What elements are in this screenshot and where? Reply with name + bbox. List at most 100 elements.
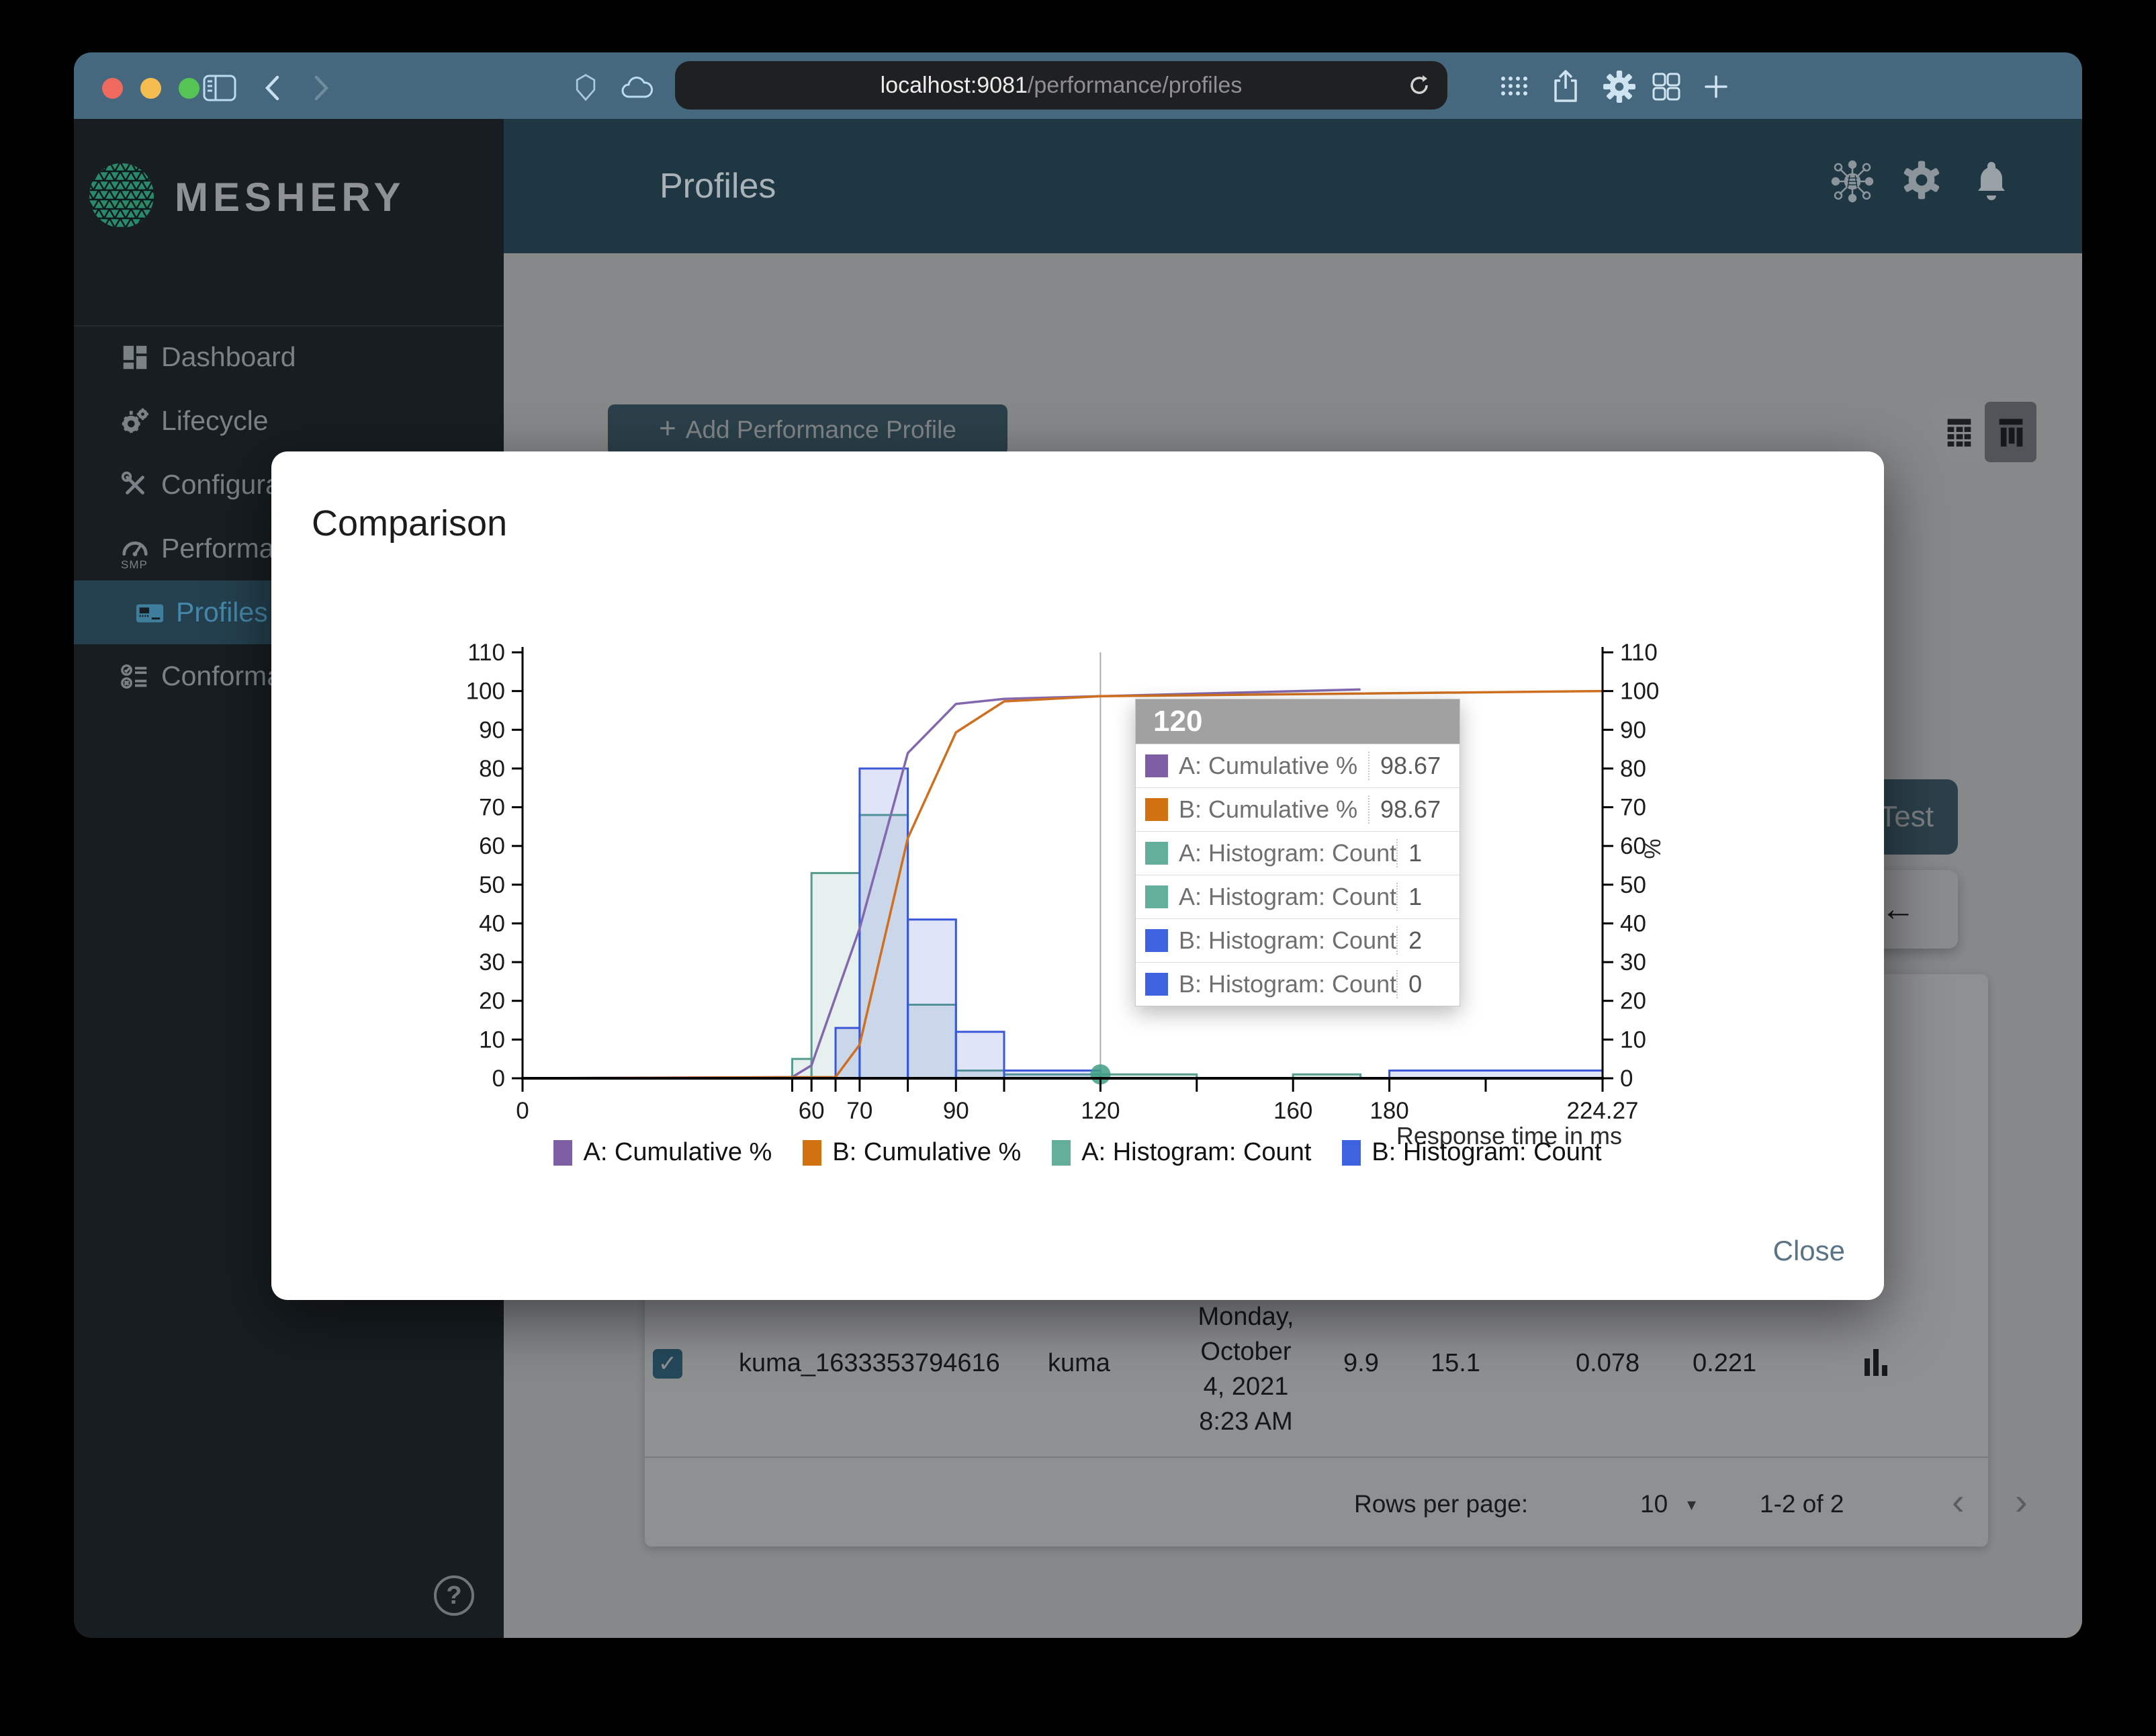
tooltip-row-b-histogram-count: B: Histogram: Count 2 — [1136, 918, 1459, 962]
svg-text:30: 30 — [479, 949, 505, 975]
svg-text:0: 0 — [492, 1066, 505, 1092]
svg-text:20: 20 — [1620, 988, 1646, 1014]
svg-text:80: 80 — [1620, 756, 1646, 782]
svg-text:224.27: 224.27 — [1566, 1098, 1638, 1124]
nav-icon-badge: SMP — [121, 558, 148, 571]
svg-text:80: 80 — [479, 756, 505, 782]
help-icon[interactable]: ? — [434, 1575, 474, 1616]
close-button[interactable]: Close — [1773, 1235, 1845, 1267]
tooltip-swatch — [1145, 754, 1168, 777]
tooltip-swatch — [1145, 973, 1168, 996]
svg-text:0: 0 — [1620, 1066, 1633, 1092]
svg-text:30: 30 — [1620, 949, 1646, 975]
tooltip-swatch — [1145, 885, 1168, 908]
comparison-modal: Comparison 0 0 10 10 20 20 30 30 40 40 50 50 60 60 70 7… — [271, 451, 1884, 1300]
svg-text:100: 100 — [466, 679, 505, 705]
svg-text:180: 180 — [1369, 1098, 1408, 1124]
tooltip-label: A: Histogram: Count — [1179, 839, 1397, 867]
legend-swatch — [803, 1139, 822, 1166]
forward-icon[interactable] — [308, 73, 334, 103]
new-tab-icon[interactable] — [1702, 73, 1730, 101]
legend-label: A: Cumulative % — [583, 1138, 772, 1166]
cloud-icon[interactable] — [619, 73, 656, 102]
y-axis-label: % — [1639, 838, 1665, 859]
svg-text:40: 40 — [479, 910, 505, 937]
svg-text:100: 100 — [1620, 679, 1659, 705]
tooltip-value: 98.67 — [1368, 752, 1459, 780]
meshery-brand[interactable]: MESHERY — [74, 119, 504, 259]
shield-icon[interactable] — [571, 71, 600, 103]
tooltip-value: 1 — [1396, 839, 1488, 867]
tab-overview-icon[interactable] — [1651, 71, 1682, 102]
legend-item-b-histogram-count[interactable]: B: Histogram: Count — [1342, 1138, 1602, 1167]
chart-legend: A: Cumulative % B: Cumulative % A: Histo… — [271, 1138, 1884, 1167]
sidebar-toggle-icon[interactable] — [202, 74, 237, 102]
tooltip-label: A: Histogram: Count — [1179, 883, 1397, 910]
chart-tooltip: 120 A: Cumulative % 98.67 B: Cumulative … — [1135, 699, 1460, 1006]
svg-text:70: 70 — [846, 1098, 872, 1124]
zoom-window-button[interactable] — [179, 78, 199, 99]
tooltip-value: 1 — [1396, 883, 1488, 911]
legend-item-a-cumulative-[interactable]: A: Cumulative % — [553, 1138, 772, 1167]
svg-text:0: 0 — [516, 1098, 529, 1124]
grid-dots-icon[interactable] — [1500, 75, 1528, 97]
tooltip-header: 120 — [1136, 699, 1459, 744]
sidebar-item-label: Lifecycle — [161, 405, 269, 436]
tooltip-value: 98.67 — [1368, 795, 1459, 824]
tooltip-row-a-cumulative-: A: Cumulative % 98.67 — [1136, 744, 1459, 787]
comparison-chart: 0 010 1020 2030 3040 4050 5060 6070 7080 8090 9010… — [466, 640, 1660, 1124]
tooltip-row-a-histogram-count: A: Histogram: Count 1 — [1136, 831, 1459, 875]
svg-text:70: 70 — [1620, 795, 1646, 821]
nav-icon — [120, 661, 150, 692]
tooltip-value: 2 — [1396, 926, 1488, 955]
tooltip-row-b-histogram-count: B: Histogram: Count 0 — [1136, 962, 1459, 1006]
sidebar-item-label: Profiles — [176, 597, 268, 627]
window-controls — [102, 78, 199, 99]
svg-text:10: 10 — [479, 1027, 505, 1053]
legend-label: A: Histogram: Count — [1081, 1138, 1312, 1166]
svg-text:60: 60 — [479, 833, 505, 859]
meshery-logo-text: MESHERY — [175, 175, 406, 220]
nav-icon — [120, 470, 150, 501]
sidebar-item-dashboard[interactable]: Dashboard — [74, 325, 504, 389]
share-icon[interactable] — [1552, 69, 1580, 103]
legend-label: B: Cumulative % — [832, 1138, 1022, 1166]
tooltip-row-b-cumulative-: B: Cumulative % 98.67 — [1136, 787, 1459, 831]
reload-icon[interactable] — [1406, 72, 1433, 99]
svg-text:120: 120 — [1081, 1098, 1120, 1124]
settings-icon[interactable] — [1603, 70, 1636, 103]
legend-item-b-cumulative-[interactable]: B: Cumulative % — [803, 1138, 1021, 1167]
minimize-window-button[interactable] — [140, 78, 161, 99]
tooltip-label: B: Histogram: Count — [1179, 926, 1397, 954]
tooltip-swatch — [1145, 798, 1168, 821]
svg-text:70: 70 — [479, 795, 505, 821]
tooltip-row-a-histogram-count: A: Histogram: Count 1 — [1136, 875, 1459, 918]
svg-text:50: 50 — [479, 872, 505, 898]
browser-window: localhost:9081/performance/profiles MESH… — [74, 52, 2082, 1638]
svg-text:90: 90 — [943, 1098, 969, 1124]
back-icon[interactable] — [259, 73, 286, 103]
svg-text:40: 40 — [1620, 910, 1646, 937]
settings-gear-icon[interactable] — [1901, 159, 1942, 204]
legend-swatch — [1342, 1139, 1361, 1166]
url-path: /performance/profiles — [1027, 72, 1243, 98]
close-window-button[interactable] — [102, 78, 123, 99]
page-title: Profiles — [660, 167, 776, 206]
legend-item-a-histogram-count[interactable]: A: Histogram: Count — [1052, 1138, 1311, 1167]
tooltip-value: 0 — [1396, 970, 1488, 998]
tooltip-label: B: Histogram: Count — [1179, 970, 1397, 998]
tooltip-label: B: Cumulative % — [1179, 795, 1358, 823]
address-bar[interactable]: localhost:9081/performance/profiles — [675, 61, 1447, 110]
svg-text:60: 60 — [799, 1098, 825, 1124]
screenshot-root: localhost:9081/performance/profiles MESH… — [0, 0, 2156, 1736]
notifications-bell-icon[interactable] — [1972, 159, 2011, 206]
svg-text:110: 110 — [467, 640, 505, 666]
svg-text:20: 20 — [479, 988, 505, 1014]
svg-text:110: 110 — [1620, 640, 1658, 666]
sidebar-item-lifecycle[interactable]: Lifecycle — [74, 389, 504, 453]
legend-label: B: Histogram: Count — [1372, 1138, 1602, 1166]
nav-icon — [120, 342, 150, 373]
mesh-adapter-icon[interactable] — [1830, 159, 1875, 207]
tooltip-label: A: Cumulative % — [1179, 752, 1358, 779]
browser-chrome: localhost:9081/performance/profiles — [74, 52, 2082, 120]
